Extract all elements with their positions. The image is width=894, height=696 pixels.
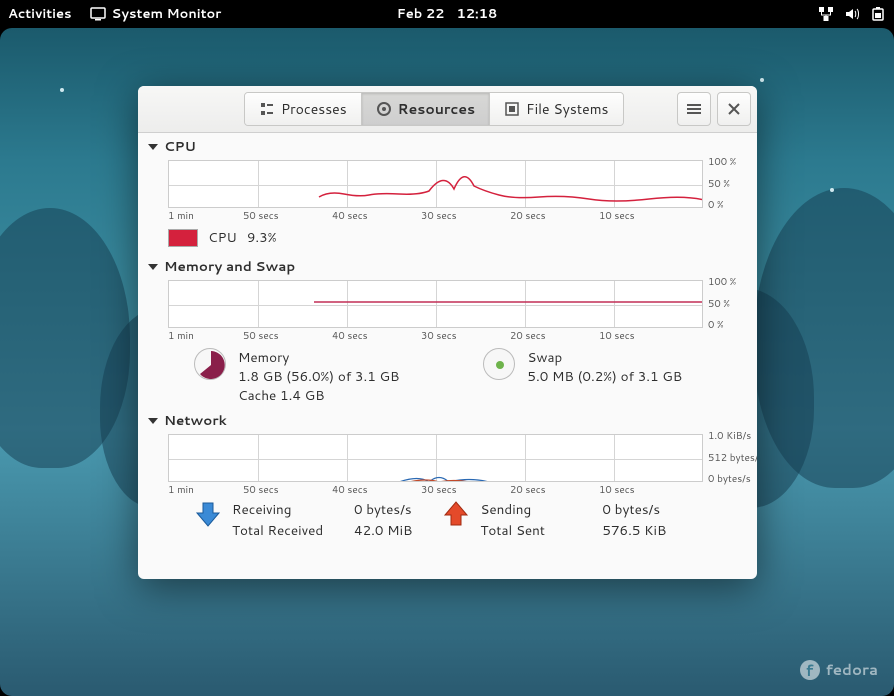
- y-label: 512 bytes/s: [708, 451, 757, 465]
- y-label: 0 %: [708, 198, 724, 212]
- y-label: 100 %: [708, 155, 736, 169]
- x-label: 30 secs: [421, 329, 457, 343]
- network-chart: 1.0 KiB/s 512 bytes/s 0 bytes/s 1 min 50…: [168, 434, 747, 496]
- x-label: 40 secs: [332, 483, 368, 497]
- network-icon[interactable]: [818, 6, 834, 22]
- chevron-down-icon: [148, 144, 158, 150]
- y-label: 1.0 KiB/s: [708, 429, 751, 443]
- x-label: 10 secs: [599, 329, 635, 343]
- gnome-topbar: Activities System Monitor Feb 22 12:18: [0, 0, 894, 28]
- cpu-swatch: [168, 229, 198, 247]
- total-received-value: 42.0 MiB: [354, 521, 412, 540]
- memory-section-header[interactable]: Memory and Swap: [148, 253, 747, 280]
- app-menu[interactable]: System Monitor: [90, 5, 222, 23]
- x-label: 1 min: [168, 329, 194, 343]
- x-label: 50 secs: [243, 483, 279, 497]
- y-label: 100 %: [708, 275, 736, 289]
- total-received-label: Total Received: [232, 521, 342, 540]
- memory-cache: Cache 1.4 GB: [238, 386, 399, 405]
- sending-block: Sending 0 bytes/s Total Sent 576.5 KiB: [442, 500, 666, 540]
- desktop-wallpaper: Processes Resources File Systems: [0, 28, 894, 696]
- receiving-rate: 0 bytes/s: [354, 500, 412, 519]
- cpu-legend-label: CPU: [208, 228, 237, 247]
- time-label: 12:18: [456, 5, 497, 23]
- x-label: 50 secs: [243, 329, 279, 343]
- headerbar: Processes Resources File Systems: [138, 86, 757, 133]
- processes-icon: [259, 101, 275, 117]
- x-label: 40 secs: [332, 329, 368, 343]
- memory-pie-icon: [194, 348, 226, 380]
- filesystems-icon: [504, 101, 520, 117]
- download-arrow-icon: [194, 500, 222, 528]
- battery-icon[interactable]: [870, 6, 886, 22]
- memory-usage: 1.8 GB (56.0%) of 3.1 GB: [238, 367, 399, 386]
- tab-resources[interactable]: Resources: [362, 93, 490, 125]
- y-label: 50 %: [708, 177, 730, 191]
- view-switcher: Processes Resources File Systems: [244, 92, 624, 126]
- x-label: 20 secs: [510, 329, 546, 343]
- cpu-title: CPU: [164, 137, 196, 156]
- cpu-legend: CPU 9.3%: [168, 228, 747, 247]
- x-label: 20 secs: [510, 483, 546, 497]
- tab-processes[interactable]: Processes: [245, 93, 362, 125]
- activities-button[interactable]: Activities: [8, 5, 72, 23]
- total-sent-label: Total Sent: [480, 521, 590, 540]
- x-label: 1 min: [168, 483, 194, 497]
- hamburger-menu-button[interactable]: [677, 92, 711, 126]
- swap-legend: Swap 5.0 MB (0.2%) of 3.1 GB: [483, 348, 682, 405]
- system-monitor-window: Processes Resources File Systems: [138, 86, 757, 579]
- y-label: 50 %: [708, 297, 730, 311]
- cpu-section-header[interactable]: CPU: [148, 133, 747, 160]
- cpu-chart: 100 % 50 % 0 % 1 min 50 secs 40 secs 30 …: [168, 160, 747, 222]
- clock[interactable]: Feb 22 12:18: [397, 5, 498, 23]
- y-label: 0 bytes/s: [708, 472, 751, 486]
- fedora-logo-icon: [800, 660, 820, 680]
- resources-icon: [376, 101, 392, 117]
- memory-legend: Memory 1.8 GB (56.0%) of 3.1 GB Cache 1.…: [194, 348, 399, 405]
- upload-arrow-icon: [442, 500, 470, 528]
- x-label: 50 secs: [243, 209, 279, 223]
- date-label: Feb 22: [397, 5, 445, 23]
- x-label: 30 secs: [421, 483, 457, 497]
- close-icon: [727, 102, 741, 116]
- swap-label: Swap: [527, 348, 682, 367]
- total-sent-value: 576.5 KiB: [602, 521, 666, 540]
- tab-filesystems-label: File Systems: [526, 99, 608, 119]
- fedora-text: fedora: [826, 659, 878, 680]
- x-label: 10 secs: [599, 209, 635, 223]
- monitor-icon: [90, 6, 106, 22]
- volume-icon[interactable]: [844, 6, 860, 22]
- hamburger-icon: [687, 102, 701, 116]
- memory-label: Memory: [238, 348, 399, 367]
- x-label: 10 secs: [599, 483, 635, 497]
- fedora-watermark: fedora: [800, 659, 878, 680]
- tab-filesystems[interactable]: File Systems: [490, 93, 622, 125]
- chevron-down-icon: [148, 418, 158, 424]
- cpu-value: 9.3%: [247, 228, 277, 247]
- sending-label: Sending: [480, 500, 590, 519]
- network-section-header[interactable]: Network: [148, 407, 747, 434]
- swap-usage: 5.0 MB (0.2%) of 3.1 GB: [527, 367, 682, 386]
- x-label: 40 secs: [332, 209, 368, 223]
- app-name: System Monitor: [112, 5, 222, 23]
- tab-processes-label: Processes: [281, 99, 347, 119]
- receiving-block: Receiving 0 bytes/s Total Received 42.0 …: [194, 500, 412, 540]
- swap-pie-icon: [483, 348, 515, 380]
- tab-resources-label: Resources: [398, 99, 475, 119]
- chevron-down-icon: [148, 264, 158, 270]
- y-label: 0 %: [708, 318, 724, 332]
- sending-rate: 0 bytes/s: [602, 500, 666, 519]
- network-title: Network: [164, 411, 227, 430]
- x-label: 1 min: [168, 209, 194, 223]
- receiving-label: Receiving: [232, 500, 342, 519]
- x-label: 20 secs: [510, 209, 546, 223]
- close-button[interactable]: [717, 92, 751, 126]
- memory-chart: 100 % 50 % 0 % 1 min 50 secs 40 secs 30 …: [168, 280, 747, 342]
- memory-title: Memory and Swap: [164, 257, 295, 276]
- x-label: 30 secs: [421, 209, 457, 223]
